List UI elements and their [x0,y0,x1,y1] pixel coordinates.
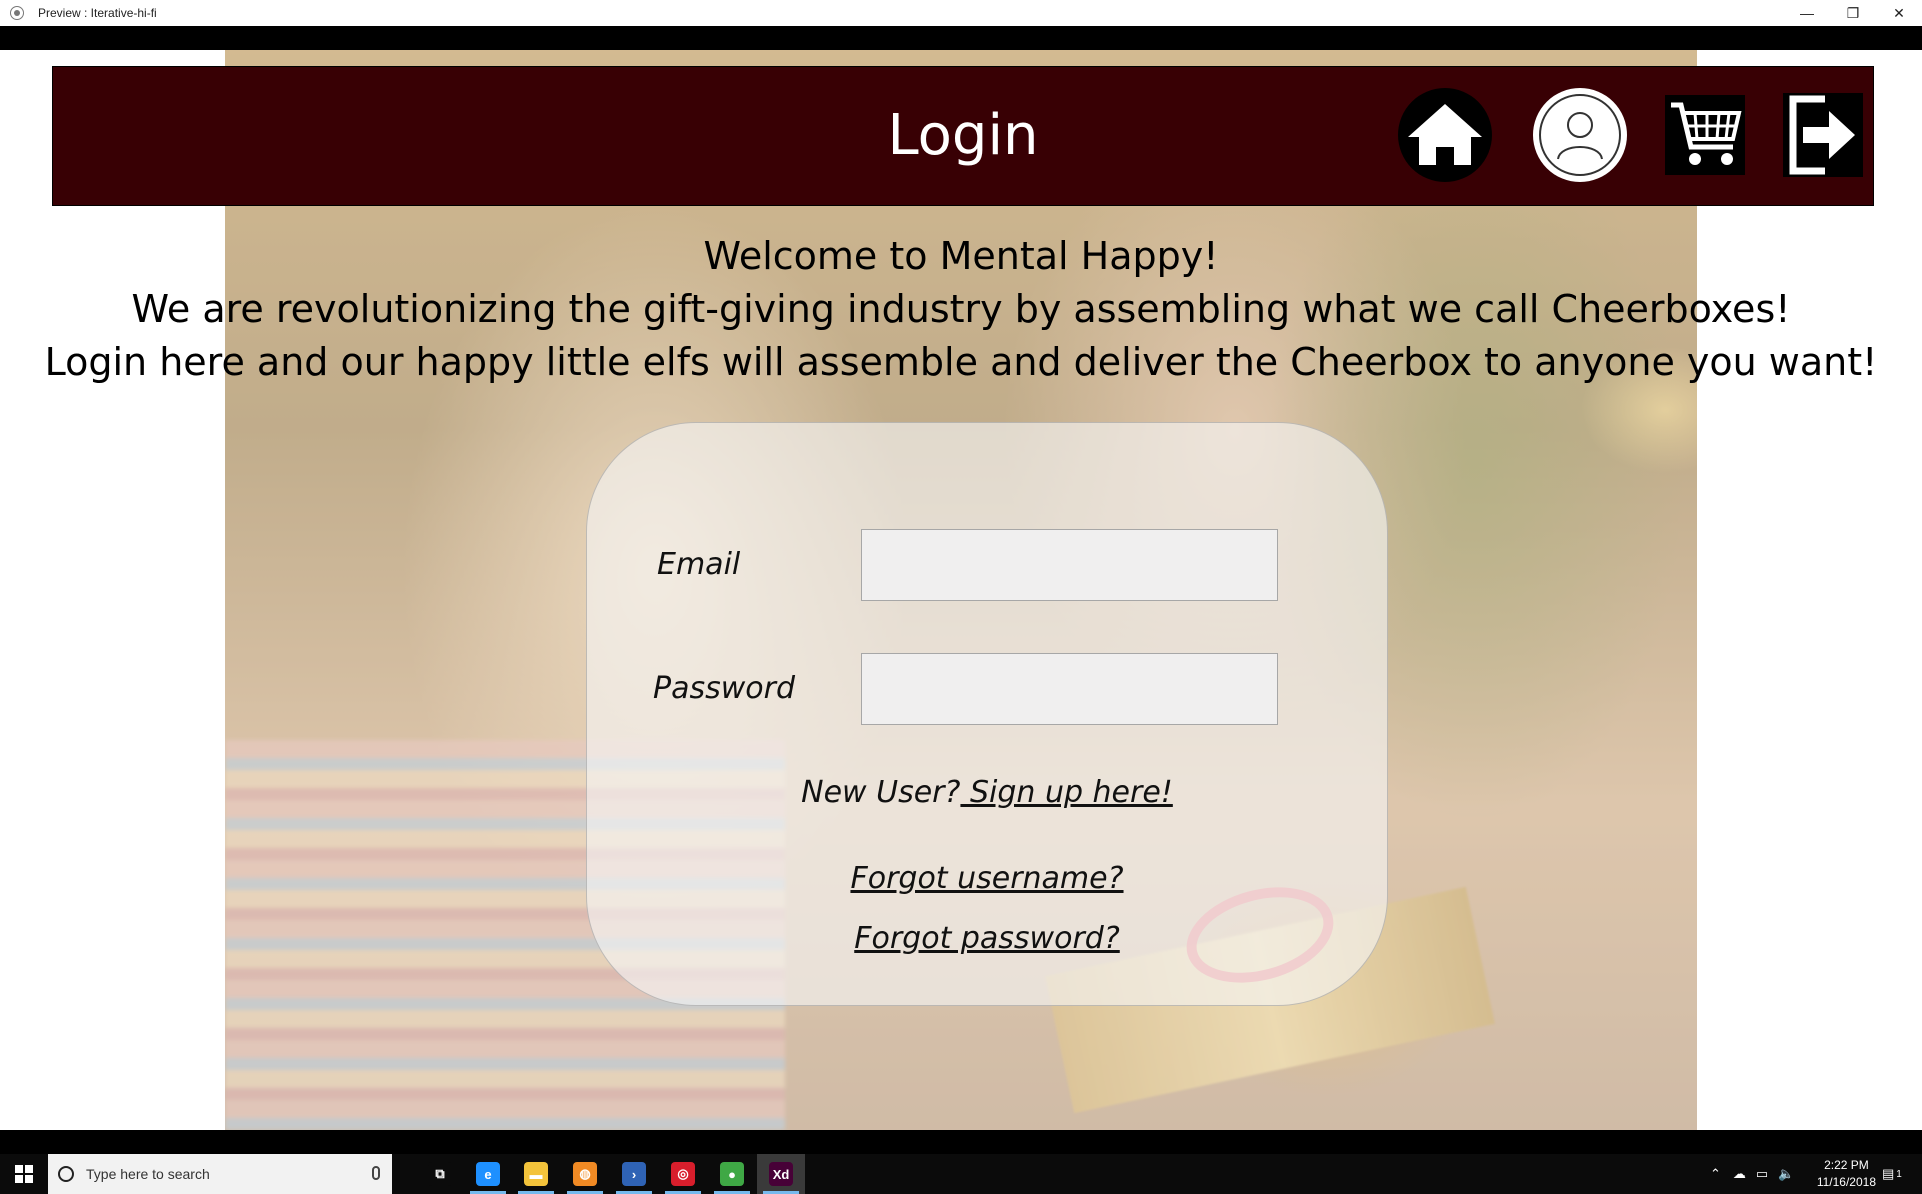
page-header: Login [52,66,1874,206]
logout-icon [1783,93,1863,177]
taskbar-app-button[interactable]: ◎ [659,1154,707,1194]
new-user-text: New User? [801,775,961,810]
microphone-icon[interactable] [372,1166,380,1180]
edge-icon: e [476,1162,500,1186]
powershell-icon: › [622,1162,646,1186]
home-button[interactable] [1397,87,1493,183]
profile-button[interactable] [1532,87,1628,183]
show-hidden-icons-icon[interactable]: ⌃ [1710,1166,1721,1182]
clock-time: 2:22 PM [1824,1158,1869,1172]
login-panel: Email Password New User? Sign up here! F… [586,422,1388,1006]
chrome-icon: ● [720,1162,744,1186]
email-label: Email [657,547,741,582]
file-explorer-icon: ▬ [524,1162,548,1186]
email-field[interactable] [861,529,1278,601]
notification-count: 1 [1896,1168,1902,1180]
taskbar-clock[interactable]: 2:22 PM 11/16/2018 [1817,1157,1876,1191]
new-user-line: New User? Sign up here! [587,775,1387,810]
start-button[interactable] [0,1154,48,1194]
taskbar-app-button[interactable]: ⧉ [416,1154,464,1194]
cart-button[interactable] [1657,87,1753,183]
logout-button[interactable] [1775,87,1871,183]
system-tray: ⌃ ☁ ▭ 🔈 [1710,1154,1794,1194]
preview-canvas: Login Welcome to Mental Happy! We are re… [0,50,1922,1130]
taskbar-app-button[interactable]: ◍ [561,1154,609,1194]
password-label: Password [653,671,796,706]
orange-app-icon: ◍ [573,1162,597,1186]
task-view-icon: ⧉ [428,1162,452,1186]
taskbar-app-button[interactable]: › [610,1154,658,1194]
forgot-username-line: Forgot username? [587,861,1387,896]
taskbar-app-button[interactable]: ▬ [512,1154,560,1194]
home-icon [1398,88,1492,182]
windows-logo-icon [15,1165,33,1183]
xd-icon: Xd [769,1162,793,1186]
taskbar-app-button[interactable]: Xd [757,1154,805,1194]
red-app-icon: ◎ [671,1162,695,1186]
forgot-username-link[interactable]: Forgot username? [850,861,1123,896]
welcome-instructions: Login here and our happy little elfs wil… [44,340,1878,384]
welcome-heading: Welcome to Mental Happy! [703,234,1219,278]
search-placeholder: Type here to search [86,1166,210,1182]
cortana-icon [58,1166,74,1182]
restore-button[interactable]: ❐ [1830,0,1876,26]
clock-date: 11/16/2018 [1816,1175,1876,1189]
taskbar-app-button[interactable]: ● [708,1154,756,1194]
preview-app-icon [10,6,24,20]
forgot-password-line: Forgot password? [587,921,1387,956]
notification-icon: ▤ [1882,1166,1895,1181]
taskbar-search-box[interactable]: Type here to search [48,1154,392,1194]
minimize-button[interactable]: — [1784,0,1830,26]
signup-link[interactable]: Sign up here! [960,775,1173,810]
action-center-button[interactable]: ▤ 1 [1882,1154,1902,1194]
window-title: Preview : Iterative-hi-fi [38,6,157,20]
cart-icon [1665,95,1745,175]
forgot-password-link[interactable]: Forgot password? [854,921,1120,956]
close-button[interactable]: ✕ [1876,0,1922,26]
welcome-tagline: We are revolutionizing the gift-giving i… [131,287,1791,331]
taskbar-top-strip [0,1130,1922,1154]
volume-icon[interactable]: 🔈 [1778,1166,1794,1182]
window-titlebar: Preview : Iterative-hi-fi — ❐ ✕ [0,0,1922,26]
profile-icon [1533,88,1627,182]
window-top-bar [0,26,1922,50]
network-icon[interactable]: ▭ [1756,1166,1768,1182]
onedrive-icon[interactable]: ☁ [1733,1166,1746,1182]
taskbar-app-button[interactable]: e [464,1154,512,1194]
windows-taskbar: Type here to search ⧉ e ▬ ◍ › ◎ ● Xd ⌃ ☁ ▭ 🔈 2:… [0,1130,1922,1194]
password-field[interactable] [861,653,1278,725]
